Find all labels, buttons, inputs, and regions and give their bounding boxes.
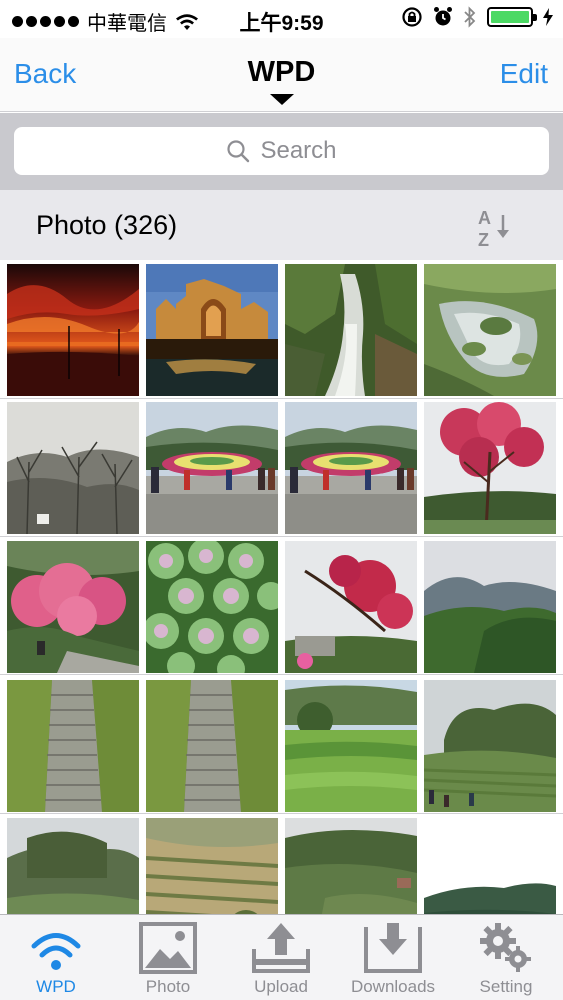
photo-thumbnail[interactable]: [285, 818, 417, 914]
screen: 中華電信 上午9:59 Back WPD Edit Search Photo (…: [0, 0, 563, 1000]
photo-thumbnail[interactable]: [7, 680, 139, 812]
photo-thumbnail[interactable]: [285, 402, 417, 534]
photo-thumbnail[interactable]: [146, 264, 278, 396]
search-placeholder: Search: [260, 137, 337, 164]
photo-grid: [0, 260, 563, 914]
tab-downloads[interactable]: Downloads: [337, 915, 449, 1000]
sort-letter-a: A: [478, 208, 491, 228]
photo-icon: [139, 922, 197, 974]
status-bar: 中華電信 上午9:59: [0, 0, 563, 38]
photo-thumbnail[interactable]: [7, 818, 139, 914]
status-right: [401, 6, 553, 28]
sort-letter-z: Z: [478, 230, 489, 249]
rotation-lock-icon: [402, 7, 422, 27]
sort-az-icon[interactable]: A Z: [474, 205, 514, 249]
tab-wpd[interactable]: WPD: [0, 915, 112, 1000]
photo-thumbnail[interactable]: [146, 818, 278, 914]
photo-thumbnail[interactable]: [424, 541, 556, 673]
photo-thumbnail[interactable]: [285, 264, 417, 396]
caret-down-icon[interactable]: [270, 94, 294, 105]
photo-thumbnail[interactable]: [285, 541, 417, 673]
tab-setting[interactable]: Setting: [450, 915, 562, 1000]
photo-thumbnail[interactable]: [146, 541, 278, 673]
tab-label-wpd: WPD: [36, 977, 76, 996]
nav-bar: Back WPD Edit: [0, 38, 563, 112]
photo-thumbnail[interactable]: [7, 541, 139, 673]
tab-label-downloads: Downloads: [350, 977, 436, 996]
charging-icon: [543, 8, 553, 26]
photo-thumbnail[interactable]: [424, 402, 556, 534]
gear-icon: [480, 923, 531, 972]
nav-title[interactable]: WPD: [0, 56, 563, 89]
tab-bar: WPD Photo Upload Downloads Setting: [0, 914, 563, 1000]
search-input[interactable]: Search: [14, 127, 549, 175]
photo-thumbnail[interactable]: [424, 818, 556, 914]
photo-thumbnail[interactable]: [285, 680, 417, 812]
tab-label-upload: Upload: [254, 977, 308, 996]
tab-upload[interactable]: Upload: [225, 915, 337, 1000]
bluetooth-icon: [464, 6, 476, 28]
tab-label-setting: Setting: [479, 977, 533, 996]
photo-thumbnail[interactable]: [146, 680, 278, 812]
wifi-icon: [31, 933, 81, 970]
tab-label-photo: Photo: [145, 977, 191, 996]
search-area: Search: [0, 113, 563, 190]
battery-icon: [487, 7, 537, 27]
photo-thumbnail[interactable]: [424, 264, 556, 396]
section-title: Photo (326): [36, 210, 178, 240]
edit-button[interactable]: Edit: [500, 58, 548, 90]
download-icon: [364, 923, 422, 973]
search-icon: [226, 139, 250, 163]
tab-photo[interactable]: Photo: [112, 915, 224, 1000]
upload-icon: [252, 923, 310, 973]
photo-thumbnail[interactable]: [146, 402, 278, 534]
alarm-icon: [434, 7, 452, 26]
photo-thumbnail[interactable]: [7, 402, 139, 534]
photo-thumbnail[interactable]: [7, 264, 139, 396]
photo-thumbnail[interactable]: [424, 680, 556, 812]
